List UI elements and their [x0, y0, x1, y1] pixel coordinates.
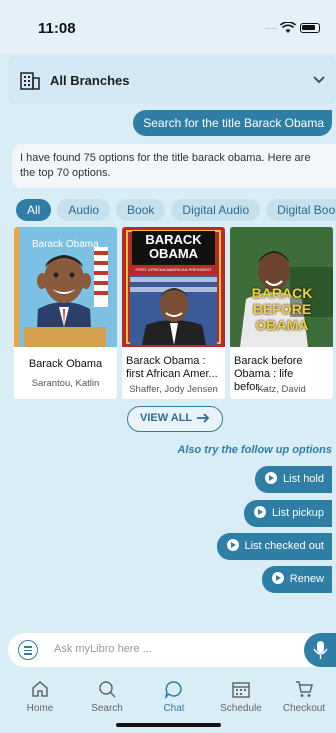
branch-title: All Branches — [50, 73, 130, 88]
status-bar: 11:08 ····· — [0, 0, 336, 54]
book-author: Katz, David — [257, 384, 306, 395]
status-icons: ····· — [264, 22, 320, 34]
tab-chat[interactable]: Chat — [142, 679, 206, 714]
chip-book[interactable]: Book — [116, 199, 166, 221]
format-filter-chips: All Audio Book Digital Audio Digital Boo… — [16, 199, 336, 221]
tab-label: Chat — [163, 703, 185, 714]
tab-home[interactable]: Home — [8, 679, 72, 714]
building-icon — [20, 72, 40, 90]
followup-renew-button[interactable]: Renew — [261, 566, 332, 593]
arrow-right-icon — [197, 413, 210, 423]
arrow-circle-icon — [226, 539, 239, 551]
cover-illustration — [24, 247, 108, 347]
followup-label: Renew — [289, 573, 324, 585]
cover-photo — [130, 275, 217, 345]
book-cover: Barack Obama — [14, 227, 117, 347]
chip-digital-book[interactable]: Digital Book — [266, 199, 336, 221]
chip-all[interactable]: All — [16, 199, 52, 221]
book-cover: BARACK BEFORE OBAMA — [230, 227, 333, 347]
chip-digital-audio[interactable]: Digital Audio — [171, 199, 261, 221]
book-title: Barack Obama : first African Amer... — [126, 355, 218, 380]
book-card[interactable]: BARACK BEFORE OBAMA Barack before Obama … — [230, 227, 333, 399]
book-card[interactable]: Barack Obama Barack Obama Sarantou, Katl… — [14, 227, 117, 399]
chevron-down-icon — [313, 76, 325, 84]
chat-input[interactable]: Ask myLibro here ... — [54, 643, 152, 655]
home-indicator — [116, 723, 221, 727]
cover-title: BARACK BEFORE OBAMA — [251, 285, 313, 333]
chat-input-bar: Ask myLibro here ... — [8, 633, 328, 667]
followup-list-pickup-button[interactable]: List pickup — [244, 500, 332, 527]
tab-schedule[interactable]: Schedule — [209, 679, 273, 714]
arrow-circle-icon — [254, 506, 267, 518]
book-card[interactable]: BARACK OBAMA FIRST AFRICAN AMERICAN PRES… — [122, 227, 225, 399]
cart-icon — [296, 681, 313, 697]
chip-audio[interactable]: Audio — [57, 199, 111, 221]
followup-label: List checked out — [244, 540, 325, 552]
arrow-circle-icon — [265, 472, 278, 484]
book-title: Barack Obama — [28, 358, 103, 370]
home-icon — [32, 681, 48, 697]
list-icon[interactable] — [18, 640, 38, 660]
tab-label: Search — [91, 703, 123, 714]
mic-icon — [313, 641, 328, 659]
view-all-label: VIEW ALL — [140, 412, 193, 424]
bot-message: I have found 75 options for the title ba… — [12, 144, 336, 188]
followup-list-hold-button[interactable]: List hold — [255, 466, 332, 493]
wifi-icon — [280, 22, 296, 33]
app-screen: 11:08 ····· All Branches Search for the … — [0, 0, 336, 733]
arrow-circle-icon — [271, 572, 284, 584]
user-message: Search for the title Barack Obama — [133, 110, 332, 136]
tab-label: Home — [26, 703, 54, 714]
book-cover: BARACK OBAMA FIRST AFRICAN AMERICAN PRES… — [122, 227, 225, 347]
tab-checkout[interactable]: Checkout — [272, 679, 336, 714]
book-results: Barack Obama Barack Obama Sarantou, Katl… — [14, 227, 333, 399]
view-all-button[interactable]: VIEW ALL — [127, 406, 223, 432]
chat-icon — [164, 681, 182, 699]
signal-icon: ····· — [264, 22, 277, 34]
tab-search[interactable]: Search — [75, 679, 139, 714]
followup-label: List hold — [283, 473, 324, 485]
search-icon — [99, 681, 116, 698]
tab-label: Schedule — [220, 703, 262, 714]
branch-selector[interactable]: All Branches — [8, 56, 336, 104]
mic-button[interactable] — [304, 633, 336, 667]
followup-label: List pickup — [272, 507, 324, 519]
followup-list-checked-out-button[interactable]: List checked out — [216, 533, 332, 560]
battery-icon — [300, 23, 320, 33]
tab-label: Checkout — [282, 703, 326, 714]
status-time: 11:08 — [38, 20, 76, 37]
book-author: Shaffer, Jody Jensen — [129, 384, 218, 395]
followup-heading: Also try the follow up options — [177, 444, 332, 456]
calendar-icon — [232, 682, 250, 698]
book-author: Sarantou, Katlin — [31, 378, 100, 389]
